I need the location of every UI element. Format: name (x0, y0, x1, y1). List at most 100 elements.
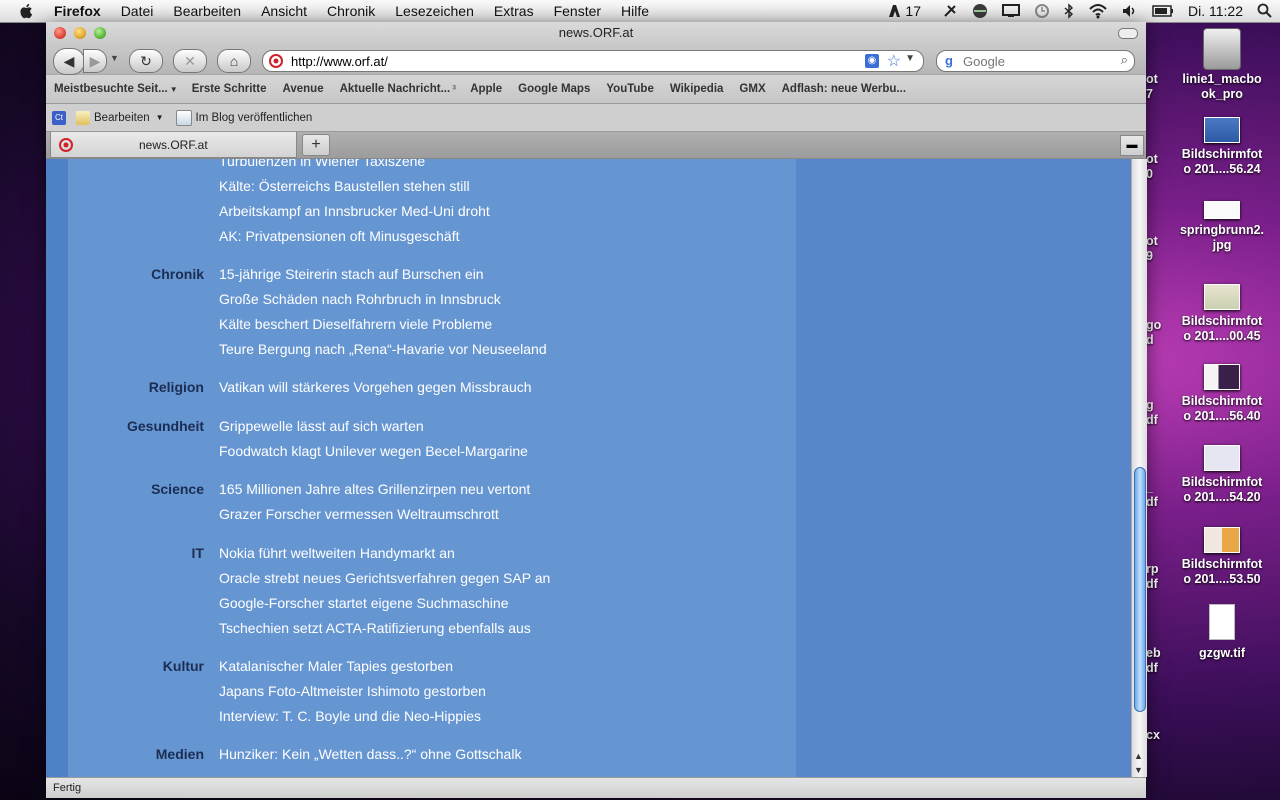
headline-link[interactable]: Tschechien setzt ACTA-Ratifizierung eben… (219, 620, 550, 645)
bookmark-aktuelle-nachrichten[interactable]: Aktuelle Nachricht... (340, 83, 451, 95)
bookmark-youtube[interactable]: YouTube (606, 83, 653, 95)
menu-extras[interactable]: Extras (494, 3, 534, 19)
section-category[interactable]: Gesundheit (127, 418, 204, 434)
url-dropdown-icon[interactable]: ▼ (905, 53, 915, 64)
headline-link[interactable]: Vatikan will stärkeres Vorgehen gegen Mi… (219, 379, 532, 404)
partial-label[interactable]: ot 7 (1146, 72, 1158, 102)
adobe-status-icon[interactable]: 17 (888, 3, 928, 19)
apple-menu-icon[interactable] (18, 2, 36, 20)
bookmark-erste-schritte[interactable]: Erste Schritte (192, 83, 267, 95)
partial-label[interactable]: rp df (1146, 562, 1159, 592)
scrollbar-thumb[interactable] (1134, 467, 1146, 712)
section-category[interactable]: IT (192, 545, 204, 561)
headline-link[interactable]: Hunziker: Kein „Wetten dass..?“ ohne Got… (219, 746, 521, 771)
headline-link[interactable]: Google-Forscher startet eigene Suchmasch… (219, 595, 550, 620)
desktop-icon-image[interactable]: springbrunn2. jpg (1172, 201, 1272, 253)
blog-icon[interactable] (175, 109, 192, 126)
bookmark-google-maps[interactable]: Google Maps (518, 83, 590, 95)
desktop-icon-screenshot[interactable]: Bildschirmfot o 201....53.50 (1172, 527, 1272, 587)
edit-pencil-icon[interactable] (76, 110, 90, 125)
headline-link[interactable]: AK: Privatpensionen oft Minusgeschäft (219, 228, 490, 253)
menu-app-firefox[interactable]: Firefox (54, 3, 101, 19)
menu-fenster[interactable]: Fenster (554, 3, 601, 19)
rss-feed-icon[interactable]: ◉ (865, 54, 879, 68)
section-category[interactable]: Religion (149, 379, 204, 395)
bookmark-avenue[interactable]: Avenue (282, 83, 323, 95)
headline-link[interactable]: Interview: T. C. Boyle und die Neo-Hippi… (219, 708, 486, 733)
headline-link[interactable]: Turbulenzen in Wiener Taxiszene (219, 159, 490, 178)
wifi-icon[interactable] (1088, 3, 1108, 19)
tab-news-orf[interactable]: news.ORF.at (50, 132, 297, 158)
menu-chronik[interactable]: Chronik (327, 3, 375, 19)
headline-link[interactable]: Oracle strebt neues Gerichtsverfahren ge… (219, 570, 550, 595)
menu-lesezeichen[interactable]: Lesezeichen (395, 3, 474, 19)
desktop-icon-drive[interactable]: linie1_macbo ok_pro (1172, 28, 1272, 102)
bookmark-meistbesuchte-seiten[interactable]: Meistbesuchte Seit... (54, 83, 168, 95)
edit-dropdown-icon[interactable]: ▼ (156, 113, 164, 122)
bookmark-folder-dropdown-icon[interactable]: ▼ (170, 85, 178, 94)
bookmark-gmx[interactable]: GMX (739, 83, 765, 95)
forward-button[interactable]: ▶ (83, 49, 107, 73)
headline-link[interactable]: Foodwatch klagt Unilever wegen Becel-Mar… (219, 443, 528, 468)
partial-label[interactable]: go d (1146, 318, 1161, 348)
title-bar[interactable]: news.ORF.at ◀ ▶ ▼ ↻ ✕ ⌂ http://www.orf.a… (46, 22, 1146, 75)
home-button[interactable]: ⌂ (217, 49, 251, 73)
partial-label[interactable]: _ df (1146, 480, 1158, 510)
url-text[interactable]: http://www.orf.at/ (291, 54, 388, 69)
volume-icon[interactable] (1122, 4, 1138, 18)
desktop-icon-screenshot[interactable]: Bildschirmfot o 201....00.45 (1172, 284, 1272, 344)
scroll-down-arrow-icon[interactable]: ▼ (1134, 765, 1143, 775)
headline-link[interactable]: Katalanischer Maler Tapies gestorben (219, 658, 486, 683)
menu-ansicht[interactable]: Ansicht (261, 3, 307, 19)
desktop-icon-screenshot[interactable]: Bildschirmfot o 201....56.24 (1172, 117, 1272, 177)
headline-link[interactable]: Japans Foto-Altmeister Ishimoto gestorbe… (219, 683, 486, 708)
headline-link[interactable]: Kälte beschert Dieselfahrern viele Probl… (219, 316, 547, 341)
battery-icon[interactable] (1152, 5, 1174, 17)
satellite-icon[interactable] (942, 3, 958, 19)
desktop-icon-screenshot[interactable]: Bildschirmfot o 201....56.40 (1172, 364, 1272, 424)
google-search-engine-icon[interactable]: g (941, 53, 957, 69)
section-category[interactable]: Science (151, 481, 204, 497)
search-bar[interactable]: g ⌕ (936, 50, 1135, 72)
partial-label[interactable]: eb df (1146, 646, 1161, 676)
partial-label[interactable]: cx (1146, 728, 1160, 743)
menu-hilfe[interactable]: Hilfe (621, 3, 649, 19)
display-icon[interactable] (1002, 4, 1020, 18)
partial-label[interactable]: ot 9 (1146, 234, 1158, 264)
list-all-tabs-button[interactable]: ▬ (1120, 135, 1144, 156)
headline-link[interactable]: Teure Bergung nach „Rena“-Havarie vor Ne… (219, 341, 547, 366)
new-tab-button[interactable]: + (302, 134, 330, 156)
headline-link[interactable]: 15-jährige Steirerin stach auf Burschen … (219, 266, 547, 291)
reload-button[interactable]: ↻ (129, 49, 163, 73)
bookmark-star-icon[interactable]: ☆ (887, 51, 901, 71)
bookmark-wikipedia[interactable]: Wikipedia (670, 83, 724, 95)
url-bar[interactable]: http://www.orf.at/ ◉ ☆ ▼ (262, 50, 924, 72)
search-input[interactable] (961, 52, 1095, 70)
bookmark-adflash[interactable]: Adflash: neue Werbu... (782, 83, 906, 95)
headline-link[interactable]: Grazer Forscher vermessen Weltraumschrot… (219, 506, 530, 531)
headline-link[interactable]: Kälte: Österreichs Baustellen stehen sti… (219, 178, 490, 203)
blog-publish-button[interactable]: Im Blog veröffentlichen (196, 112, 313, 124)
scroll-up-arrow-icon[interactable]: ▲ (1134, 751, 1143, 761)
section-category[interactable]: Medien (156, 746, 204, 762)
clock[interactable]: Di. 11:22 (1188, 3, 1243, 19)
bluetooth-icon[interactable] (1064, 3, 1074, 19)
history-dropdown-icon[interactable]: ▼ (110, 53, 119, 63)
edit-button[interactable]: Bearbeiten (94, 112, 150, 124)
bookmark-apple[interactable]: Apple (470, 83, 502, 95)
section-category[interactable]: Chronik (151, 266, 204, 282)
headline-link[interactable]: Große Schäden nach Rohrbruch in Innsbruc… (219, 291, 547, 316)
headline-link[interactable]: Nokia führt weltweiten Handymarkt an (219, 545, 550, 570)
desktop-icon-tif[interactable]: gzgw.tif (1172, 604, 1272, 661)
time-machine-icon[interactable] (1034, 3, 1050, 19)
vertical-scrollbar[interactable]: ▲ ▼ (1131, 159, 1147, 777)
headline-link[interactable]: 165 Millionen Jahre altes Grillenzirpen … (219, 481, 530, 506)
search-icon[interactable]: ⌕ (1121, 52, 1128, 68)
ct-addon-icon[interactable]: Ct (52, 110, 66, 125)
spotlight-icon[interactable] (1257, 3, 1273, 19)
partial-label[interactable]: g df (1146, 398, 1158, 428)
back-button[interactable]: ◀ (53, 48, 85, 75)
headline-link[interactable]: Grippewelle lässt auf sich warten (219, 418, 528, 443)
toolbar-toggle-button[interactable] (1118, 28, 1138, 39)
stop-button[interactable]: ✕ (173, 49, 207, 73)
